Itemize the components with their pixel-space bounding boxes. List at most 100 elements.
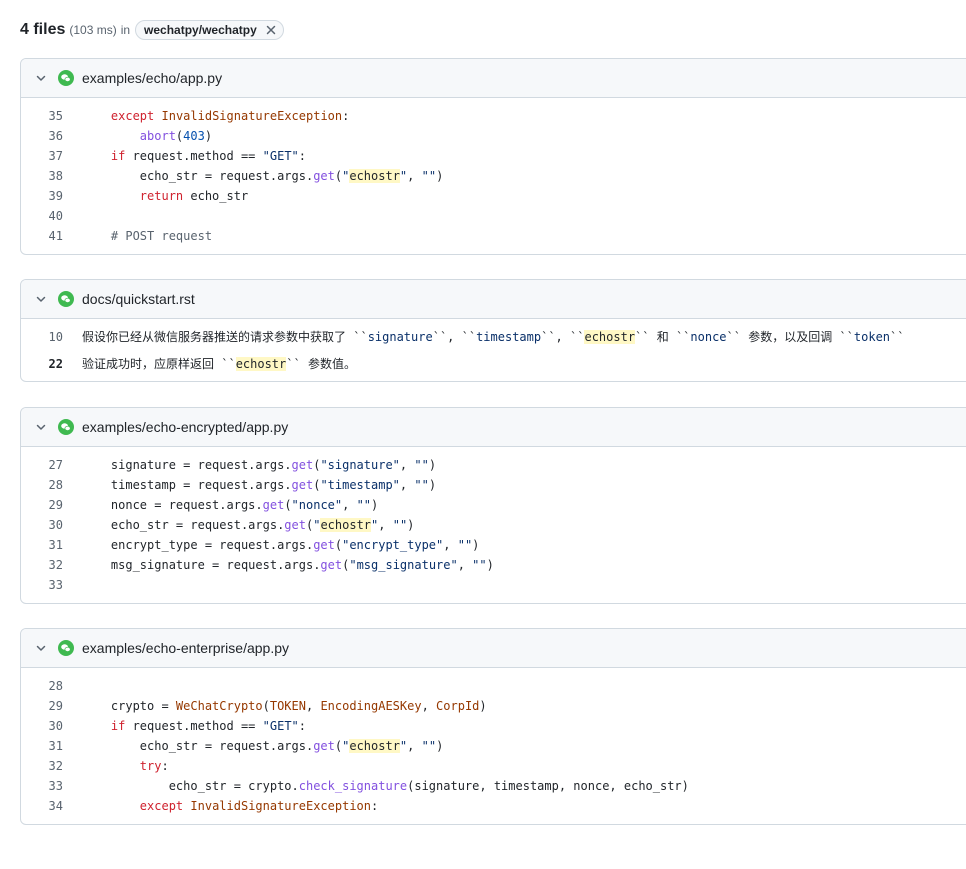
file-path-link[interactable]: examples/echo-enterprise/app.py	[82, 640, 289, 656]
code-text: except InvalidSignatureException:	[139, 799, 379, 813]
code-text: msg_signature = request.args.get("msg_si…	[82, 558, 494, 572]
search-summary: 4 files (103 ms) in wechatpy/wechatpy	[20, 17, 284, 43]
result-card: examples/echo/app.py 35 except InvalidSi…	[20, 58, 966, 255]
code-line: 30 echo_str = request.args.get("echostr"…	[21, 515, 966, 535]
code-line: 10 假设你已经从微信服务器推送的请求参数中获取了 ``signature``, …	[21, 323, 966, 350]
line-number[interactable]: 10	[21, 330, 63, 344]
match-highlight: echostr	[320, 518, 372, 532]
repo-filter-label: wechatpy/wechatpy	[144, 23, 257, 37]
code-line: 29 crypto = WeChatCrypto(TOKEN, Encoding…	[21, 696, 966, 716]
code-text: echo_str = request.args.get("echostr", "…	[82, 518, 415, 532]
file-path-link[interactable]: examples/echo-encrypted/app.py	[82, 419, 288, 435]
code-text: if request.method == "GET":	[110, 719, 306, 733]
code-line: 41 # POST request	[21, 226, 966, 246]
code-line: 37 if request.method == "GET":	[21, 146, 966, 166]
file-path-link[interactable]: docs/quickstart.rst	[82, 291, 195, 307]
code-line: 36 abort(403)	[21, 126, 966, 146]
code-line: 22 验证成功时，应原样返回 ``echostr`` 参数值。	[21, 350, 966, 377]
code-line: 38 echo_str = request.args.get("echostr"…	[21, 166, 966, 186]
code-text: return echo_str	[139, 189, 249, 203]
code-line: 33 echo_str = crypto.check_signature(sig…	[21, 776, 966, 796]
line-number[interactable]: 22	[21, 357, 63, 371]
line-number[interactable]: 30	[21, 518, 63, 532]
code-text: echo_str = crypto.check_signature(signat…	[82, 779, 689, 793]
file-count: 4 files	[20, 21, 66, 38]
code-snippet: 28 29 crypto = WeChatCrypto(TOKEN, Encodi…	[21, 668, 966, 824]
line-number[interactable]: 32	[21, 558, 63, 572]
line-number[interactable]: 40	[21, 209, 63, 223]
wechat-icon	[58, 419, 74, 435]
code-text: if request.method == "GET":	[110, 149, 306, 163]
result-card-header: docs/quickstart.rst	[21, 280, 966, 319]
match-highlight: echostr	[349, 169, 400, 183]
chevron-down-icon[interactable]	[34, 420, 48, 434]
code-text: crypto = WeChatCrypto(TOKEN, EncodingAES…	[82, 699, 487, 713]
line-number[interactable]: 36	[21, 129, 63, 143]
code-line: 31 echo_str = request.args.get("echostr"…	[21, 736, 966, 756]
code-snippet: 35 except InvalidSignatureException: 36 a…	[21, 98, 966, 254]
result-card: docs/quickstart.rst 10 假设你已经从微信服务器推送的请求参数…	[20, 279, 966, 382]
result-card-header: examples/echo/app.py	[21, 59, 966, 98]
code-line: 31 encrypt_type = request.args.get("encr…	[21, 535, 966, 555]
in-label: in	[120, 23, 131, 37]
code-snippet: 10 假设你已经从微信服务器推送的请求参数中获取了 ``signature``, …	[21, 319, 966, 381]
line-number[interactable]: 35	[21, 109, 63, 123]
code-text: except InvalidSignatureException:	[110, 109, 350, 123]
line-number[interactable]: 37	[21, 149, 63, 163]
wechat-icon	[58, 291, 74, 307]
line-number[interactable]: 27	[21, 458, 63, 472]
code-line: 35 except InvalidSignatureException:	[21, 106, 966, 126]
code-text: 假设你已经从微信服务器推送的请求参数中获取了 ``signature``, ``…	[82, 330, 905, 344]
code-text: signature = request.args.get("signature"…	[82, 458, 437, 472]
wechat-icon	[58, 640, 74, 656]
line-number[interactable]: 33	[21, 779, 63, 793]
code-line: 29 nonce = request.args.get("nonce", "")	[21, 495, 966, 515]
code-line: 32 try:	[21, 756, 966, 776]
line-number[interactable]: 31	[21, 739, 63, 753]
code-text: # POST request	[110, 229, 213, 243]
code-text: abort(403)	[139, 129, 213, 143]
code-line: 28	[21, 676, 966, 696]
chevron-down-icon[interactable]	[34, 71, 48, 85]
line-number[interactable]: 30	[21, 719, 63, 733]
match-highlight: echostr	[235, 357, 287, 371]
code-text: echo_str = request.args.get("echostr", "…	[82, 169, 444, 183]
code-line: 28 timestamp = request.args.get("timesta…	[21, 475, 966, 495]
code-line: 34 except InvalidSignatureException:	[21, 796, 966, 816]
code-snippet: 27 signature = request.args.get("signatu…	[21, 447, 966, 603]
chevron-down-icon[interactable]	[34, 641, 48, 655]
line-number[interactable]: 32	[21, 759, 63, 773]
code-text: 验证成功时，应原样返回 ``echostr`` 参数值。	[82, 357, 356, 371]
code-text: try:	[139, 759, 169, 773]
line-number[interactable]: 28	[21, 478, 63, 492]
line-number[interactable]: 28	[21, 679, 63, 693]
code-line: 40	[21, 206, 966, 226]
line-number[interactable]: 39	[21, 189, 63, 203]
chevron-down-icon[interactable]	[34, 292, 48, 306]
match-highlight: echostr	[584, 330, 636, 344]
result-card: examples/echo-encrypted/app.py 27 signat…	[20, 407, 966, 604]
line-number[interactable]: 29	[21, 498, 63, 512]
result-card: examples/echo-enterprise/app.py 28 29 cry…	[20, 628, 966, 825]
close-icon[interactable]	[265, 24, 277, 36]
result-card-header: examples/echo-encrypted/app.py	[21, 408, 966, 447]
line-number[interactable]: 34	[21, 799, 63, 813]
match-highlight: echostr	[349, 739, 400, 753]
code-text: encrypt_type = request.args.get("encrypt…	[82, 538, 480, 552]
code-line: 33	[21, 575, 966, 595]
code-text: timestamp = request.args.get("timestamp"…	[82, 478, 437, 492]
line-number[interactable]: 33	[21, 578, 63, 592]
wechat-icon	[58, 70, 74, 86]
code-text: nonce = request.args.get("nonce", "")	[82, 498, 379, 512]
result-card-header: examples/echo-enterprise/app.py	[21, 629, 966, 668]
line-number[interactable]: 41	[21, 229, 63, 243]
search-timing: (103 ms)	[69, 23, 117, 37]
line-number[interactable]: 31	[21, 538, 63, 552]
file-path-link[interactable]: examples/echo/app.py	[82, 70, 222, 86]
line-number[interactable]: 38	[21, 169, 63, 183]
code-text: echo_str = request.args.get("echostr", "…	[82, 739, 444, 753]
code-line: 30 if request.method == "GET":	[21, 716, 966, 736]
line-number[interactable]: 29	[21, 699, 63, 713]
code-line: 27 signature = request.args.get("signatu…	[21, 455, 966, 475]
code-line: 39 return echo_str	[21, 186, 966, 206]
